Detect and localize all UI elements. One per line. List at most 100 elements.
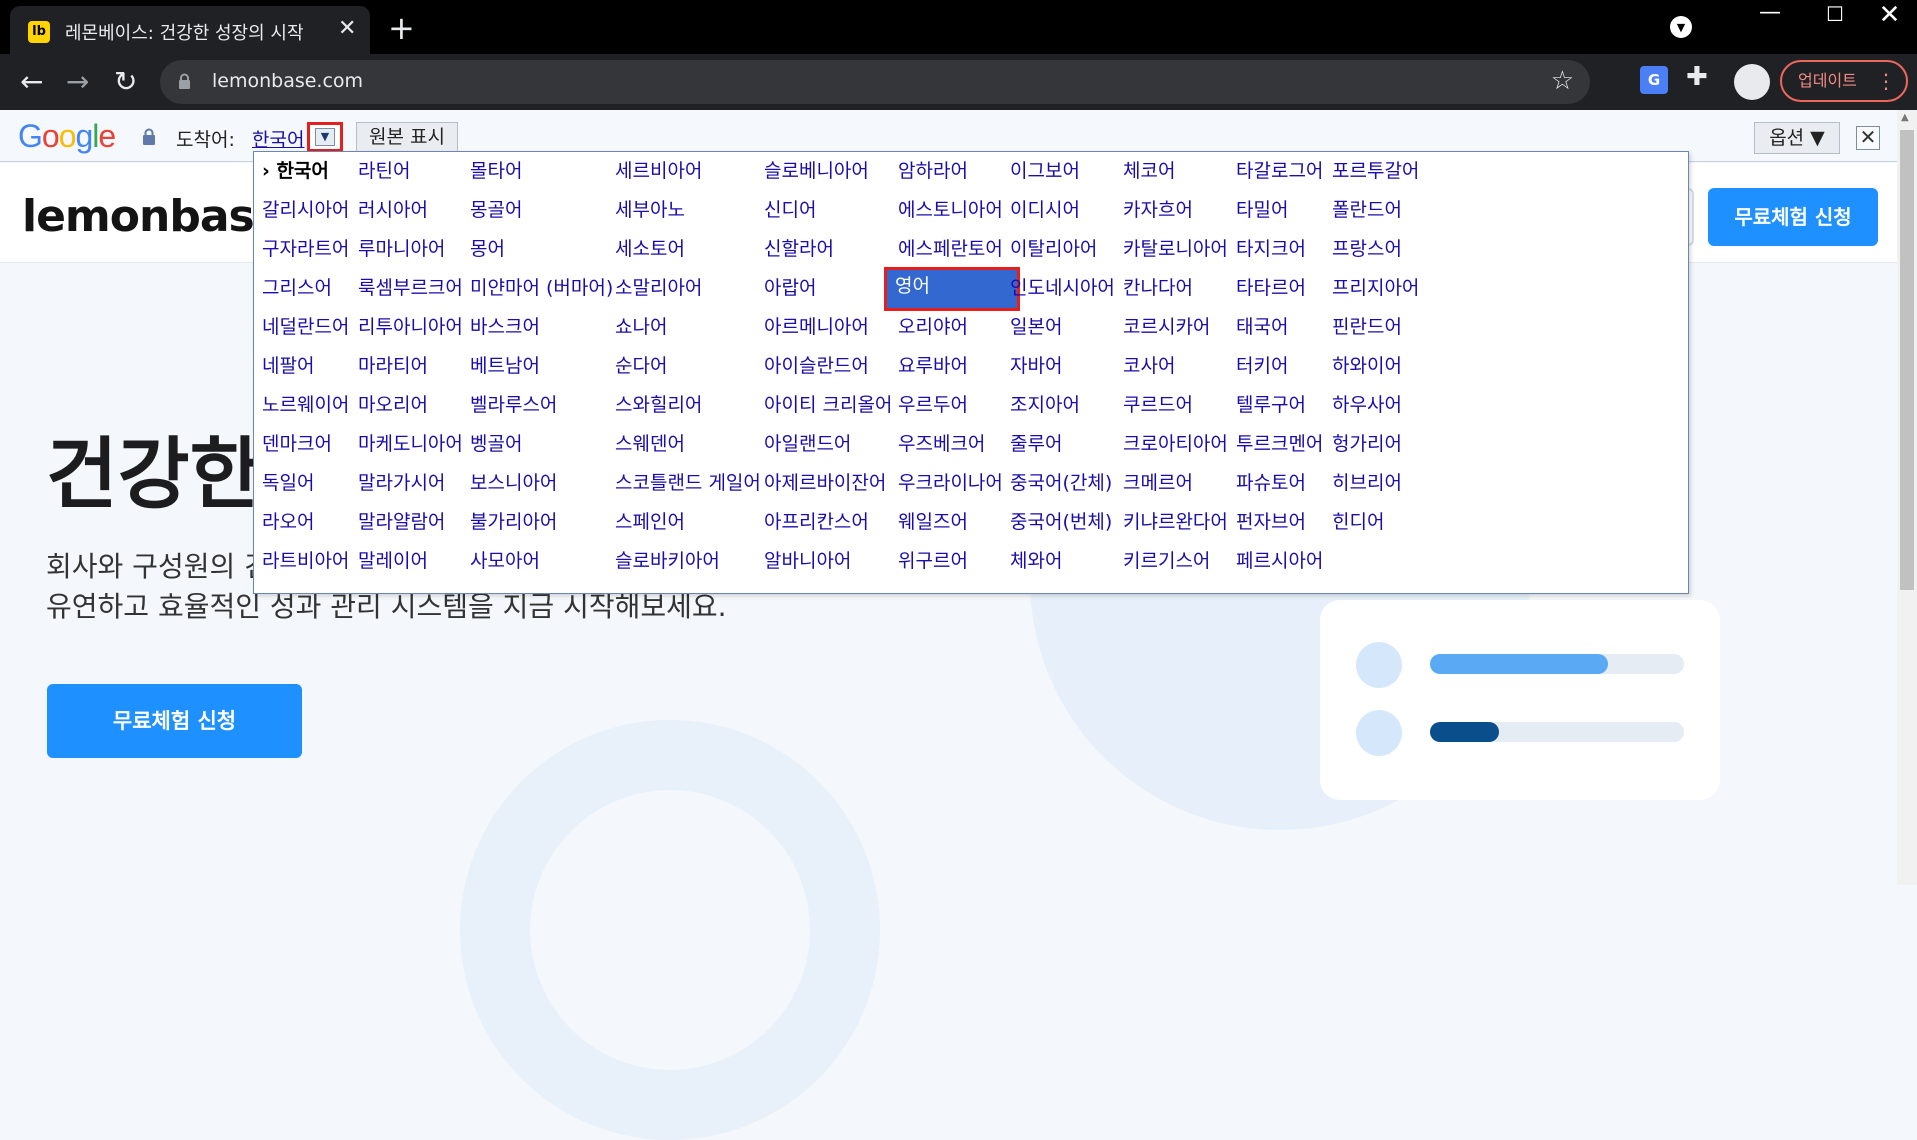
language-option[interactable]: 사모아어 <box>462 542 548 580</box>
language-option[interactable]: 노르웨이어 <box>254 386 357 424</box>
language-option[interactable]: 말레이어 <box>350 542 436 580</box>
language-option[interactable]: 세르비아어 <box>607 152 710 190</box>
language-option[interactable]: 타밀어 <box>1228 191 1296 229</box>
language-option[interactable]: 아랍어 <box>756 269 824 307</box>
language-option[interactable]: 라틴어 <box>350 152 418 190</box>
google-translate-icon[interactable]: G <box>1640 66 1668 94</box>
language-option[interactable]: 구자라트어 <box>254 230 357 268</box>
language-option[interactable]: 세소토어 <box>607 230 693 268</box>
language-option[interactable]: 마케도니아어 <box>350 425 471 463</box>
show-original-button[interactable]: 원본 표시 <box>356 122 458 152</box>
language-option[interactable]: 아이슬란드어 <box>756 347 877 385</box>
language-option[interactable]: 웨일즈어 <box>890 503 976 541</box>
language-option[interactable]: 쇼나어 <box>607 308 675 346</box>
page-scrollbar[interactable]: ▲ <box>1897 110 1917 885</box>
new-tab-button[interactable]: + <box>388 8 415 48</box>
language-option[interactable]: 키르기스어 <box>1115 542 1218 580</box>
language-option[interactable]: 독일어 <box>254 464 322 502</box>
language-option[interactable]: 페르시아어 <box>1228 542 1331 580</box>
language-option[interactable]: 헝가리어 <box>1324 425 1410 463</box>
language-option[interactable]: › 한국어 <box>254 152 337 190</box>
language-option[interactable]: 타지크어 <box>1228 230 1314 268</box>
profile-avatar[interactable] <box>1734 64 1770 100</box>
language-option[interactable]: 러시아어 <box>350 191 436 229</box>
language-option[interactable]: 신할라어 <box>756 230 842 268</box>
language-option[interactable]: 칸나다어 <box>1115 269 1201 307</box>
browser-tab[interactable]: lb 레몬베이스: 건강한 성장의 시작 ✕ <box>10 6 370 54</box>
language-option[interactable]: 벨라루스어 <box>462 386 565 424</box>
language-option[interactable]: 중국어(간체) <box>1002 464 1120 502</box>
language-option[interactable]: 파슈토어 <box>1228 464 1314 502</box>
language-option[interactable]: 크메르어 <box>1115 464 1201 502</box>
language-option[interactable]: 인도네시아어 <box>1002 269 1123 307</box>
maximize-icon[interactable]: ☐ <box>1805 2 1865 26</box>
language-option[interactable]: 체코어 <box>1115 152 1183 190</box>
language-option[interactable]: 위구르어 <box>890 542 976 580</box>
language-option[interactable]: 갈리시아어 <box>254 191 357 229</box>
reload-icon[interactable]: ↻ <box>114 64 137 100</box>
scrollbar-thumb[interactable] <box>1900 130 1914 590</box>
language-option[interactable]: 불가리아어 <box>462 503 565 541</box>
language-option[interactable]: 코사어 <box>1115 347 1183 385</box>
extensions-icon[interactable]: ✚ <box>1686 62 1708 92</box>
update-button[interactable]: 업데이트 ⋮ <box>1780 60 1908 102</box>
language-option[interactable]: 하와이어 <box>1324 347 1410 385</box>
language-option[interactable]: 자바어 <box>1002 347 1070 385</box>
language-option[interactable]: 루마니아어 <box>350 230 453 268</box>
header-free-trial-button[interactable]: 무료체험 신청 <box>1708 188 1878 246</box>
language-option[interactable]: 말라얄람어 <box>350 503 453 541</box>
language-option[interactable]: 텔루구어 <box>1228 386 1314 424</box>
language-option[interactable]: 펀자브어 <box>1228 503 1314 541</box>
language-option[interactable]: 체와어 <box>1002 542 1070 580</box>
language-option[interactable]: 크로아티아어 <box>1115 425 1236 463</box>
language-option[interactable]: 태국어 <box>1228 308 1296 346</box>
language-option[interactable]: 암하라어 <box>890 152 976 190</box>
language-option[interactable]: 몽골어 <box>462 191 530 229</box>
language-option[interactable]: 이그보어 <box>1002 152 1088 190</box>
language-option[interactable]: 벵골어 <box>462 425 530 463</box>
language-option[interactable]: 쿠르드어 <box>1115 386 1201 424</box>
language-option[interactable]: 이탈리아어 <box>1002 230 1105 268</box>
close-translate-icon[interactable]: ✕ <box>1856 126 1880 150</box>
forward-icon[interactable]: → <box>66 64 89 100</box>
language-option[interactable]: 투르크멘어 <box>1228 425 1331 463</box>
language-option[interactable]: 키냐르완다어 <box>1115 503 1236 541</box>
language-option[interactable]: 바스크어 <box>462 308 548 346</box>
language-option[interactable]: 리투아니아어 <box>350 308 471 346</box>
tab-search-icon[interactable]: ▼ <box>1670 16 1692 38</box>
language-option[interactable]: 스페인어 <box>607 503 693 541</box>
language-option[interactable]: 폴란드어 <box>1324 191 1410 229</box>
language-option[interactable]: 소말리아어 <box>607 269 710 307</box>
language-option[interactable]: 영어 <box>884 267 1020 311</box>
language-option[interactable]: 순다어 <box>607 347 675 385</box>
language-option[interactable]: 이디시어 <box>1002 191 1088 229</box>
language-option[interactable]: 카탈로니아어 <box>1115 230 1236 268</box>
language-option[interactable]: 터키어 <box>1228 347 1296 385</box>
language-option[interactable]: 슬로바키아어 <box>607 542 728 580</box>
language-option[interactable]: 우르두어 <box>890 386 976 424</box>
language-option[interactable]: 덴마크어 <box>254 425 340 463</box>
language-option[interactable]: 미얀마어 (버마어) <box>462 269 621 307</box>
language-option[interactable]: 조지아어 <box>1002 386 1088 424</box>
language-option[interactable]: 중국어(번체) <box>1002 503 1120 541</box>
language-option[interactable]: 타타르어 <box>1228 269 1314 307</box>
language-option[interactable]: 아제르바이잔어 <box>756 464 894 502</box>
language-option[interactable]: 룩셈부르크어 <box>350 269 471 307</box>
language-option[interactable]: 줄루어 <box>1002 425 1070 463</box>
language-option[interactable]: 코르시카어 <box>1115 308 1218 346</box>
language-option[interactable]: 하우사어 <box>1324 386 1410 424</box>
language-option[interactable]: 마라티어 <box>350 347 436 385</box>
back-icon[interactable]: ← <box>20 64 43 100</box>
language-option[interactable]: 에스페란토어 <box>890 230 1011 268</box>
language-option[interactable]: 힌디어 <box>1324 503 1392 541</box>
language-option[interactable]: 라트비아어 <box>254 542 357 580</box>
language-option[interactable]: 타갈로그어 <box>1228 152 1331 190</box>
language-option[interactable]: 아일랜드어 <box>756 425 859 463</box>
language-option[interactable]: 네덜란드어 <box>254 308 357 346</box>
close-window-icon[interactable]: ✕ <box>1862 0 1917 30</box>
language-option[interactable]: 알바니아어 <box>756 542 859 580</box>
address-bar[interactable]: lemonbase.com ☆ <box>160 60 1590 104</box>
language-option[interactable]: 우즈베크어 <box>890 425 993 463</box>
language-option[interactable]: 프랑스어 <box>1324 230 1410 268</box>
language-option[interactable]: 스와힐리어 <box>607 386 710 424</box>
